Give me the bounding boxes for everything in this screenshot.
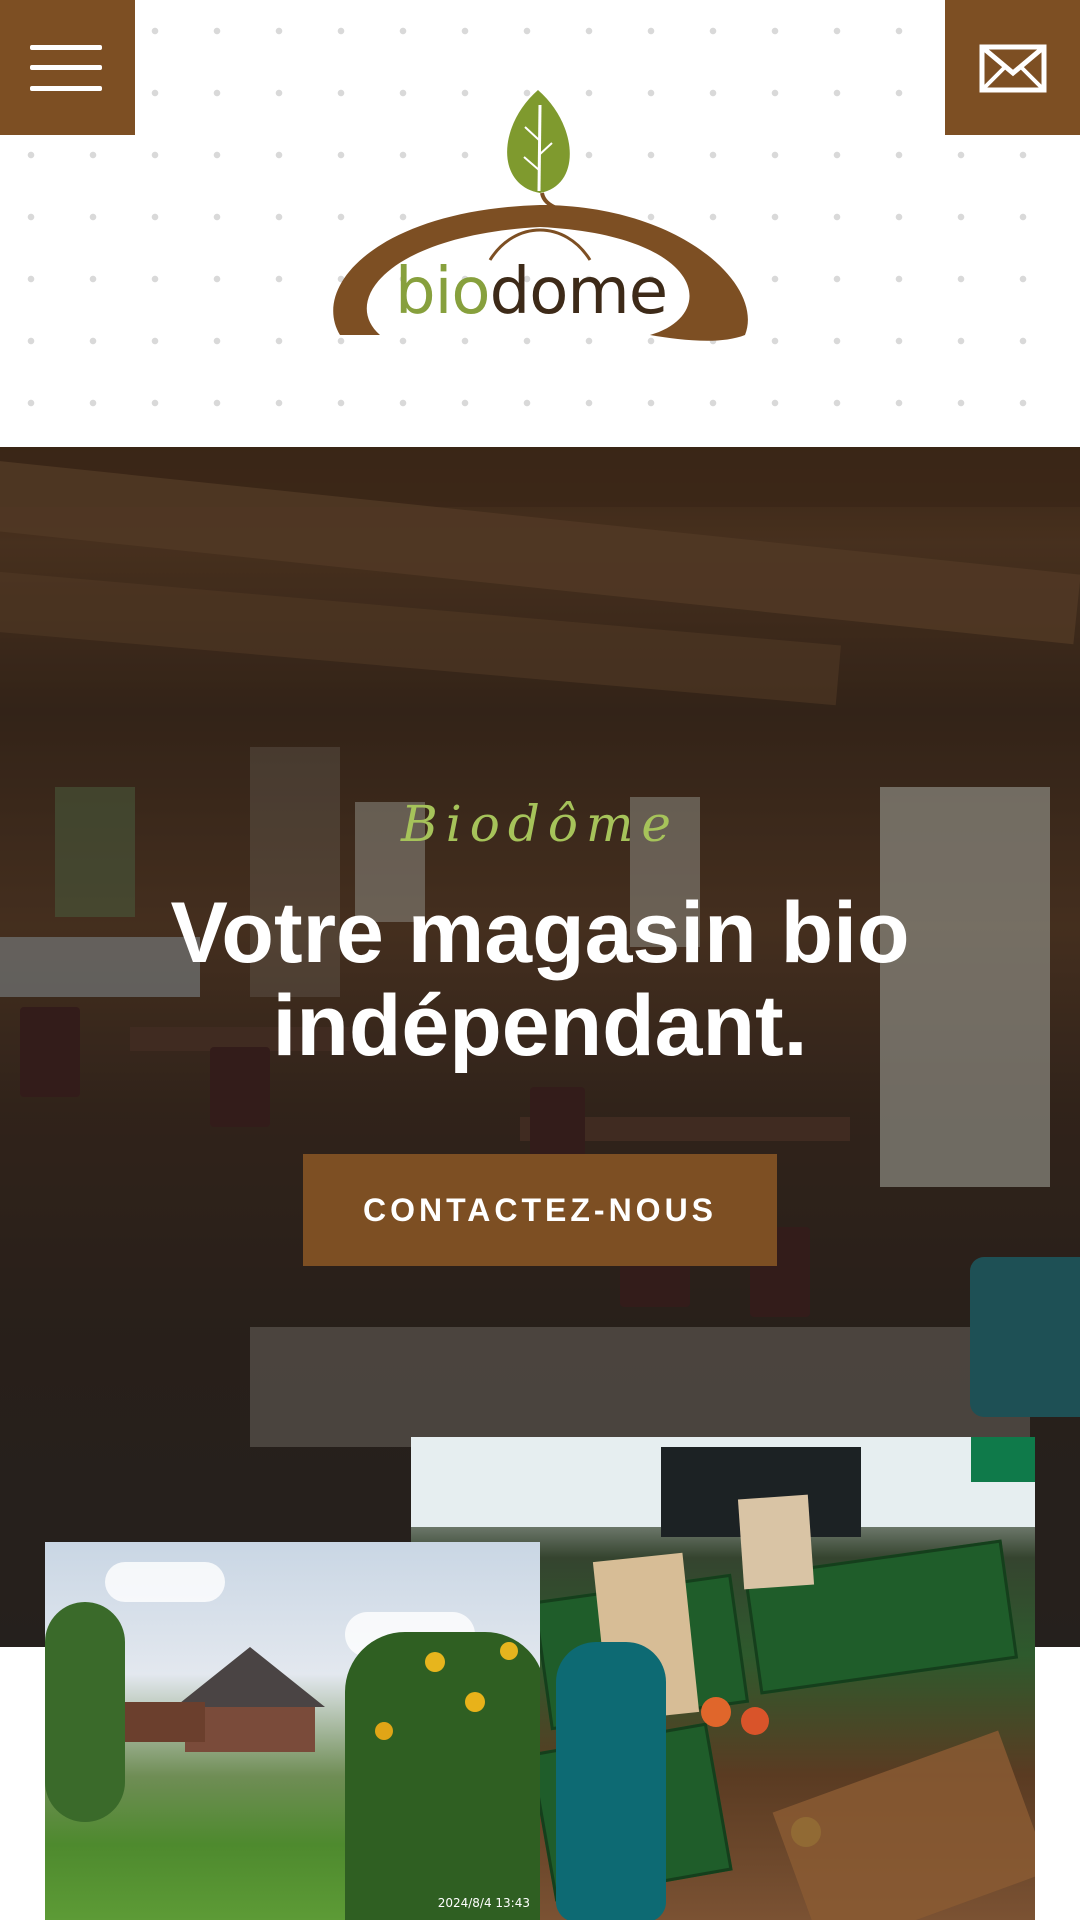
envelope-icon xyxy=(979,44,1047,93)
hero-script-title: Biodôme xyxy=(401,795,679,853)
hero-title: Votre magasin bio indépendant. xyxy=(170,885,910,1074)
contact-us-button[interactable]: CONTACTEZ-NOUS xyxy=(303,1154,777,1266)
contact-mail-button[interactable] xyxy=(945,0,1080,135)
photo-timestamp: 2024/8/4 13:43 xyxy=(437,1896,530,1910)
logo-text-bio: bio xyxy=(395,255,491,329)
biodome-house-photo: 2024/8/4 13:43 xyxy=(45,1542,540,1920)
logo-text-dome: dome xyxy=(489,255,668,329)
logo-wordmark: biodome xyxy=(395,255,668,329)
biodome-logo[interactable]: biodome xyxy=(320,85,760,350)
site-header: biodome xyxy=(0,0,1080,447)
menu-button[interactable] xyxy=(0,0,135,135)
